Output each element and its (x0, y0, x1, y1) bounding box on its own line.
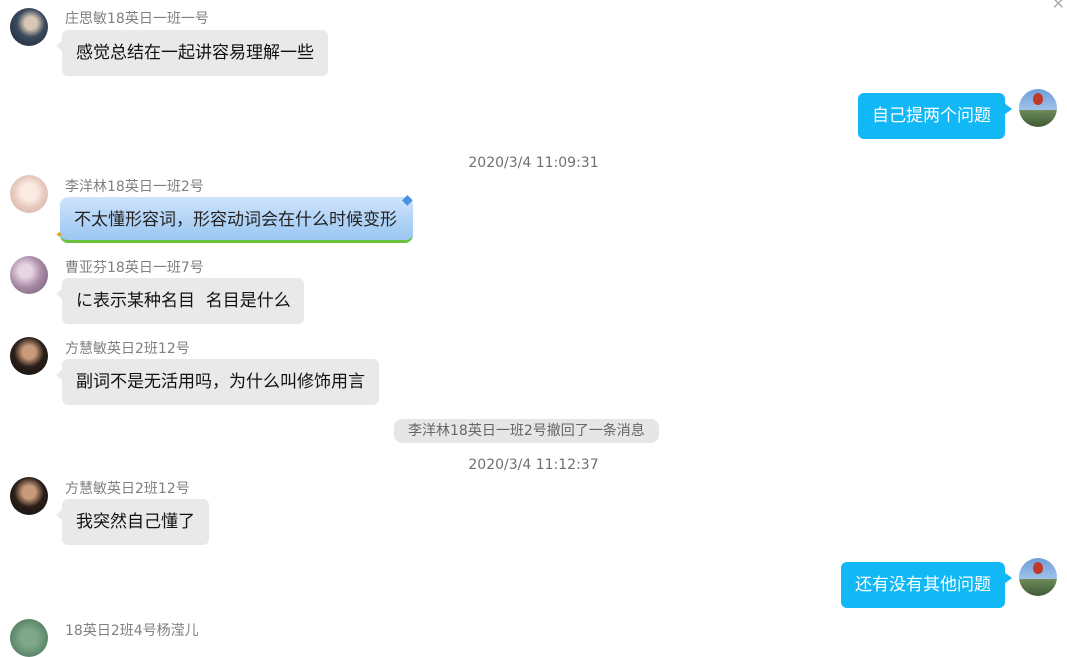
sender-name: 李洋林18英日一班2号 (65, 179, 204, 195)
sender-name: 方慧敏英日2班12号 (65, 341, 190, 357)
sender-name: 庄思敏18英日一班一号 (65, 11, 209, 27)
message-bubble[interactable]: 副词不是无活用吗，为什么叫修饰用言 (56, 359, 379, 405)
message-bubble[interactable]: 感觉总结在一起讲容易理解一些 (56, 30, 328, 76)
kite-tail-icon: ✦ (55, 230, 64, 241)
balloon-icon (1033, 93, 1043, 105)
sender-name: 曹亚芬18英日一班7号 (65, 260, 204, 276)
avatar[interactable] (10, 337, 48, 375)
avatar[interactable] (10, 256, 48, 294)
avatar-self[interactable] (1019, 558, 1057, 596)
avatar[interactable] (10, 619, 48, 657)
timestamp: 2020/3/4 11:12:37 (468, 457, 599, 473)
chat-message-list[interactable]: ✕ 庄思敏18英日一班一号 感觉总结在一起讲容易理解一些 自己提两个问题 202… (0, 0, 1067, 657)
message-bubble[interactable]: 不太懂形容词，形容动词会在什么时候变形 (60, 197, 413, 243)
message-bubble[interactable]: に表示某种名目 名目是什么 (56, 278, 304, 324)
avatar[interactable] (10, 477, 48, 515)
avatar-self[interactable] (1019, 89, 1057, 127)
balloon-icon (1033, 562, 1043, 574)
sender-name: 18英日2班4号杨滢儿 (65, 623, 199, 639)
timestamp: 2020/3/4 11:09:31 (468, 155, 599, 171)
close-icon[interactable]: ✕ (1052, 0, 1065, 13)
sender-name: 方慧敏英日2班12号 (65, 481, 190, 497)
kite-icon: ◆ (402, 192, 413, 208)
message-bubble-outgoing[interactable]: 自己提两个问题 (858, 93, 1012, 139)
recall-notice: 李洋林18英日一班2号撤回了一条消息 (394, 419, 659, 443)
message-bubble[interactable]: 我突然自己懂了 (56, 499, 209, 545)
avatar[interactable] (10, 175, 48, 213)
avatar[interactable] (10, 8, 48, 46)
message-bubble-outgoing[interactable]: 还有没有其他问题 (841, 562, 1012, 608)
